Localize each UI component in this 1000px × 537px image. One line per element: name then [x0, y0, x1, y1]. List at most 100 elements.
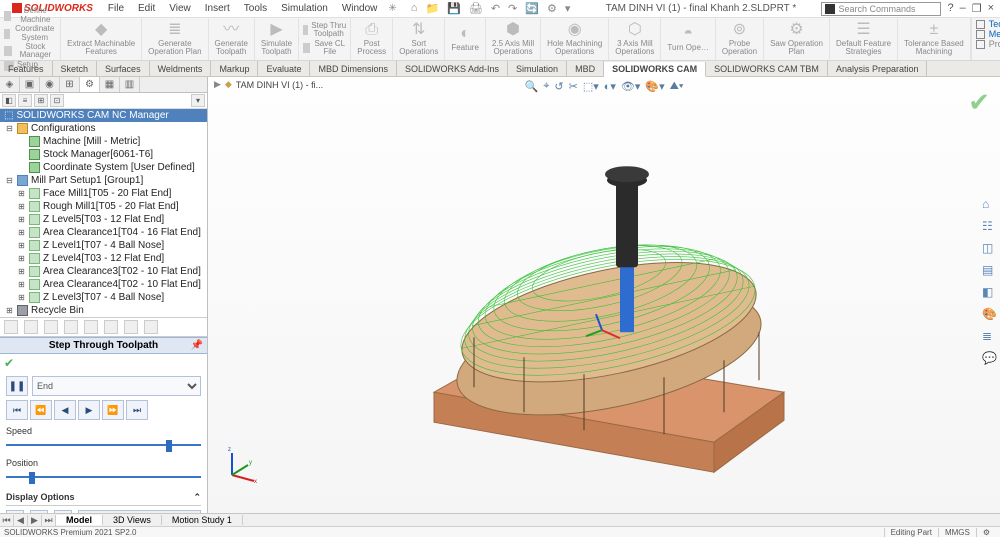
tech-db-link[interactable]: Technology Database	[976, 19, 1000, 29]
orientation-triad[interactable]: z x y	[224, 443, 264, 483]
tab-mbd[interactable]: MBD	[567, 61, 604, 76]
qat-print-icon[interactable]: 🖨	[469, 2, 483, 15]
status-units[interactable]: MMGS	[938, 528, 976, 537]
vcr-first-button[interactable]: ⏮	[6, 400, 28, 420]
tree-item[interactable]: ⊞Area Clearance3[T02 - 10 Flat End]	[0, 265, 207, 278]
tab-simulation[interactable]: Simulation	[508, 61, 567, 76]
tree-item[interactable]: ⊞Z Level1[T07 - 4 Ball Nose]	[0, 239, 207, 252]
post-process-button[interactable]: ⎙Post Process	[351, 18, 393, 60]
lt-btn-3[interactable]	[44, 320, 58, 334]
bottom-nav-last[interactable]: ⏭	[42, 515, 56, 526]
coord-system-button[interactable]: Coordinate System	[4, 25, 56, 42]
prev-view-icon[interactable]: ↺	[554, 80, 563, 93]
tree-item[interactable]: ⊞Z Level5[T03 - 12 Flat End]	[0, 213, 207, 226]
qat-open-icon[interactable]: 📁	[425, 2, 439, 15]
close-icon[interactable]: ×	[988, 2, 994, 15]
menu-edit[interactable]: Edit	[131, 3, 162, 14]
restore-icon[interactable]: ❐	[972, 2, 982, 15]
lt-btn-5[interactable]	[84, 320, 98, 334]
tab-analysis-preparation[interactable]: Analysis Preparation	[828, 61, 928, 76]
tree-item[interactable]: ⊞Z Level3[T07 - 4 Ball Nose]	[0, 291, 207, 304]
bottom-nav-first[interactable]: ⏮	[0, 515, 14, 526]
sort-operations-button[interactable]: ⇅Sort Operations	[393, 18, 445, 60]
extract-features-button[interactable]: ◆Extract Machinable Features	[61, 18, 142, 60]
lt-btn-2[interactable]	[24, 320, 38, 334]
graphics-viewport[interactable]: ▶ ◆ TAM DINH VI (1) - fi... 🔍 ⌖ ↺ ✂ ⬚▾ ◐…	[208, 77, 1000, 513]
tree-tab-5[interactable]: ⚙	[80, 77, 100, 92]
display-style-icon[interactable]: ◐▾	[604, 80, 616, 93]
define-machine-button[interactable]: Define Machine	[4, 7, 56, 24]
taskpane-explorer-icon[interactable]: ▤	[982, 263, 997, 277]
tree-item[interactable]: ⊟Configurations	[0, 122, 207, 135]
tree-tool-2[interactable]: ≡	[18, 94, 32, 107]
turn-ops-button[interactable]: ◓Turn Ope…	[661, 18, 716, 60]
tree-tab-3[interactable]: ◉	[40, 77, 60, 92]
qat-more-icon[interactable]: ▾	[565, 2, 571, 15]
accept-check-icon[interactable]: ✔	[968, 87, 990, 118]
view-orient-icon[interactable]: ⬚▾	[583, 80, 599, 93]
qat-save-icon[interactable]: 💾	[447, 2, 461, 15]
menu-insert[interactable]: Insert	[198, 3, 237, 14]
lt-btn-6[interactable]	[104, 320, 118, 334]
tree-tab-2[interactable]: ▣	[20, 77, 40, 92]
scene-icon[interactable]: ⛰▾	[670, 80, 684, 93]
tree-item[interactable]: ⊞Area Clearance1[T04 - 16 Flat End]	[0, 226, 207, 239]
stock-manager-button[interactable]: Stock Manager	[4, 43, 56, 60]
menu-tools[interactable]: Tools	[237, 3, 274, 14]
tree-item[interactable]: Stock Manager[6061-T6]	[0, 148, 207, 161]
step-thru-button[interactable]: Step Thru Toolpath	[303, 22, 346, 39]
tab-solidworks-add-ins[interactable]: SOLIDWORKS Add-Ins	[397, 61, 508, 76]
display-mode-select[interactable]: Whole	[78, 510, 201, 513]
vcr-prev2-button[interactable]: ⏪	[30, 400, 52, 420]
lt-btn-1[interactable]	[4, 320, 18, 334]
menu-more-icon[interactable]: ✳	[384, 3, 400, 14]
tab-features[interactable]: Features	[0, 61, 53, 76]
disp-opt-2[interactable]: ◫	[30, 510, 48, 513]
menu-file[interactable]: File	[101, 3, 131, 14]
tree-item[interactable]: Coordinate System [User Defined]	[0, 161, 207, 174]
bottom-tab-model[interactable]: Model	[56, 515, 103, 525]
disp-opt-3[interactable]: 🎨	[54, 510, 72, 513]
bottom-tab-motion-study-1[interactable]: Motion Study 1	[162, 515, 243, 525]
taskpane-resources-icon[interactable]: ☷	[982, 219, 997, 233]
qat-home-icon[interactable]: ⌂	[411, 2, 418, 15]
simulate-toolpath-button[interactable]: ▶Simulate Toolpath	[255, 18, 299, 60]
pin-icon[interactable]: 📌	[191, 340, 203, 351]
status-extra-icon[interactable]: ⚙	[976, 528, 996, 537]
tab-solidworks-cam[interactable]: SOLIDWORKS CAM	[604, 62, 706, 77]
3axis-button[interactable]: ⬡3 Axis Mill Operations	[609, 18, 661, 60]
hide-show-icon[interactable]: 👁▾	[621, 80, 641, 93]
vcr-next2-button[interactable]: ⏩	[102, 400, 124, 420]
generate-opplan-button[interactable]: ≣Generate Operation Plan	[142, 18, 208, 60]
qat-redo-icon[interactable]: ↷	[508, 2, 517, 15]
step-mode-select[interactable]: End	[32, 376, 201, 396]
vcr-prev-button[interactable]: ◀	[54, 400, 76, 420]
lt-btn-8[interactable]	[144, 320, 158, 334]
tab-evaluate[interactable]: Evaluate	[258, 61, 310, 76]
process-mgr-link[interactable]: Process Manager	[976, 39, 1000, 49]
tree-tool-3[interactable]: ⊞	[34, 94, 48, 107]
tab-surfaces[interactable]: Surfaces	[97, 61, 150, 76]
position-slider[interactable]	[6, 470, 201, 484]
taskpane-appearance-icon[interactable]: 🎨	[982, 307, 997, 321]
tree-tab-7[interactable]: ▥	[120, 77, 140, 92]
display-options-header[interactable]: Display Options⌃	[6, 490, 201, 506]
tolerance-machining-button[interactable]: ±Tolerance Based Machining	[898, 18, 971, 60]
menu-simulation[interactable]: Simulation	[274, 3, 335, 14]
default-strategies-button[interactable]: ☰Default Feature Strategies	[830, 18, 898, 60]
section-view-icon[interactable]: ✂	[569, 80, 578, 93]
search-commands-input[interactable]: Search Commands	[821, 2, 941, 16]
bottom-nav-next[interactable]: ▶	[28, 515, 42, 526]
tab-sketch[interactable]: Sketch	[53, 61, 98, 76]
speed-slider[interactable]	[6, 438, 201, 452]
bottom-tab-3d-views[interactable]: 3D Views	[103, 515, 162, 525]
zoom-area-icon[interactable]: ⌖	[543, 80, 549, 93]
confirm-button[interactable]: ✔	[0, 354, 207, 372]
taskpane-view-icon[interactable]: ◧	[982, 285, 997, 299]
tree-item[interactable]: ⊞Recycle Bin	[0, 304, 207, 317]
taskpane-prop-icon[interactable]: ≣	[982, 329, 997, 343]
hole-machining-button[interactable]: ◉Hole Machining Operations	[541, 18, 609, 60]
tab-weldments[interactable]: Weldments	[150, 61, 212, 76]
taskpane-library-icon[interactable]: ◫	[982, 241, 997, 255]
tab-mbd-dimensions[interactable]: MBD Dimensions	[310, 61, 397, 76]
